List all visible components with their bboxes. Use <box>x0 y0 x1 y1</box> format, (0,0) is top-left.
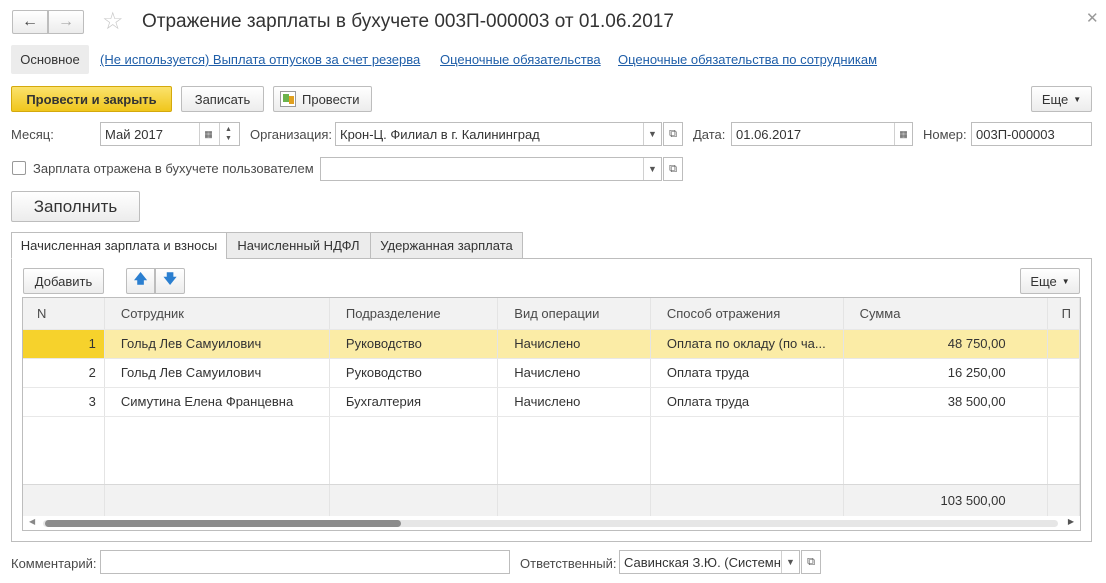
post-icon <box>280 91 296 107</box>
table-row[interactable]: 2 Гольд Лев Самуилович Руководство Начис… <box>23 358 1080 388</box>
col-sum[interactable]: Сумма <box>843 298 1048 330</box>
close-icon[interactable]: ✕ <box>1086 9 1099 27</box>
chevron-down-icon: ▼ <box>1073 94 1082 104</box>
arrow-right-icon: → <box>58 13 74 30</box>
col-n[interactable]: N <box>23 298 105 330</box>
responsible-field[interactable]: Савинская З.Ю. (Системн ▼ <box>619 550 800 574</box>
save-button[interactable]: Записать <box>181 86 264 112</box>
chevron-down-icon: ▼ <box>1061 276 1070 286</box>
open-icon: ⧉ <box>669 127 677 140</box>
calendar-icon[interactable]: ▦ <box>199 123 217 145</box>
reflected-label: Зарплата отражена в бухучете пользовател… <box>33 161 314 176</box>
tab-withheld-salary[interactable]: Удержанная зарплата <box>370 232 523 259</box>
col-employee[interactable]: Сотрудник <box>104 298 330 330</box>
link-estimated-liabilities-employees[interactable]: Оценочные обязательства по сотрудникам <box>618 52 877 67</box>
total-sum: 103 500,00 <box>843 484 1048 516</box>
org-field[interactable]: Крон-Ц. Филиал в г. Калининград ▼ <box>335 122 662 146</box>
move-up-button[interactable]: 🡅 <box>126 268 155 294</box>
reflected-checkbox[interactable] <box>12 161 26 175</box>
more-button[interactable]: Еще ▼ <box>1031 86 1092 112</box>
table-empty-area <box>23 416 1080 485</box>
tab-main-label: Основное <box>20 52 80 67</box>
add-button[interactable]: Добавить <box>23 268 104 294</box>
arrow-left-icon: ← <box>22 13 38 30</box>
chevron-down-icon[interactable]: ▼ <box>643 123 661 145</box>
arrow-up-icon: 🡅 <box>133 271 148 286</box>
link-estimated-liabilities[interactable]: Оценочные обязательства <box>440 52 601 67</box>
back-button[interactable]: ← <box>12 10 48 34</box>
comment-label: Комментарий: <box>11 556 97 571</box>
tab-accrued-ndfl[interactable]: Начисленный НДФЛ <box>226 232 371 259</box>
col-dept[interactable]: Подразделение <box>329 298 499 330</box>
month-stepper[interactable]: ▲ ▼ <box>219 123 237 145</box>
scrollbar-thumb[interactable] <box>45 520 401 527</box>
date-label: Дата: <box>693 127 726 142</box>
fill-button[interactable]: Заполнить <box>11 191 140 222</box>
scroll-right-icon[interactable]: ▶ <box>1068 517 1074 526</box>
reflected-open-button[interactable]: ⧉ <box>663 157 683 181</box>
month-label: Месяц: <box>11 127 54 142</box>
org-open-button[interactable]: ⧉ <box>663 122 683 146</box>
forward-button[interactable]: → <box>48 10 84 34</box>
horizontal-scrollbar[interactable]: ◀ ▶ <box>23 516 1080 530</box>
open-icon: ⧉ <box>669 162 677 175</box>
page-title: Отражение зарплаты в бухучете 003П-00000… <box>142 11 674 32</box>
date-field[interactable]: 01.06.2017 ▦ <box>731 122 913 146</box>
table-footer: 103 500,00 <box>23 484 1080 516</box>
move-down-button[interactable]: 🡇 <box>155 268 185 294</box>
responsible-label: Ответственный: <box>520 556 617 571</box>
col-operation[interactable]: Вид операции <box>497 298 651 330</box>
chevron-down-icon[interactable]: ▼ <box>643 158 661 180</box>
col-method[interactable]: Способ отражения <box>650 298 844 330</box>
data-table: N Сотрудник Подразделение Вид операции С… <box>23 298 1080 516</box>
star-icon[interactable]: ☆ <box>102 7 124 36</box>
tab-main[interactable]: Основное <box>11 45 89 74</box>
responsible-open-button[interactable]: ⧉ <box>801 550 821 574</box>
col-p[interactable]: П <box>1047 298 1080 330</box>
comment-field[interactable] <box>100 550 510 574</box>
open-icon: ⧉ <box>807 555 815 568</box>
table-more-button[interactable]: Еще ▼ <box>1020 268 1080 294</box>
chevron-down-icon[interactable]: ▼ <box>781 551 799 573</box>
post-button[interactable]: Провести <box>273 86 372 112</box>
link-vacation-reserve[interactable]: (Не используется) Выплата отпусков за сч… <box>100 52 420 67</box>
number-label: Номер: <box>923 127 967 142</box>
post-and-close-button[interactable]: Провести и закрыть <box>11 86 172 112</box>
tab-accrued-salary[interactable]: Начисленная зарплата и взносы <box>11 232 227 259</box>
table-header: N Сотрудник Подразделение Вид операции С… <box>23 298 1080 330</box>
table-row[interactable]: 3 Симутина Елена Францевна Бухгалтерия Н… <box>23 387 1080 417</box>
number-field[interactable]: 003П-000003 <box>971 122 1092 146</box>
org-label: Организация: <box>250 127 333 142</box>
month-field[interactable]: Май 2017 ▦ ▲ ▼ <box>100 122 240 146</box>
scroll-left-icon[interactable]: ◀ <box>29 517 35 526</box>
arrow-down-icon: 🡇 <box>163 271 177 286</box>
calendar-icon[interactable]: ▦ <box>894 123 912 145</box>
reflected-user-field[interactable]: ▼ <box>320 157 662 181</box>
table-row[interactable]: 1 Гольд Лев Самуилович Руководство Начис… <box>23 329 1080 359</box>
